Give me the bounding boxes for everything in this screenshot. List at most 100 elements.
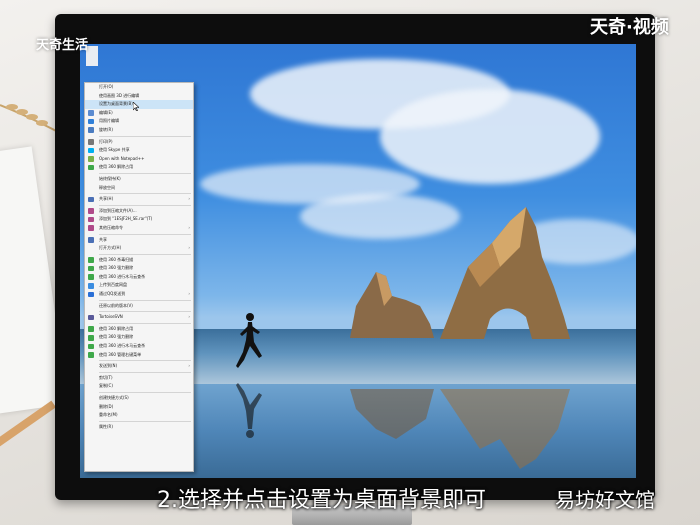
context-menu-item[interactable]: 始终保持(K) xyxy=(85,175,193,184)
context-menu-item[interactable]: 剪切(T) xyxy=(85,374,193,383)
shield-icon xyxy=(88,352,94,358)
context-menu-item-label: 使用画图 3D 进行编辑 xyxy=(99,92,140,98)
cloud-icon xyxy=(88,282,94,289)
context-menu-item[interactable]: 属性(R) xyxy=(85,423,193,432)
context-menu-item[interactable]: 其他压缩命令 › xyxy=(85,224,193,233)
context-menu-item[interactable]: Open with Notepad++ xyxy=(85,155,193,164)
rock-reflection xyxy=(350,389,434,439)
context-menu-item-label: 创建快捷方式(S) xyxy=(99,395,129,400)
context-menu-item[interactable]: 添加到 "1ESJF2H_SE.rar"(T) xyxy=(85,215,193,224)
desktop-screen: 打开(O) 使用画图 3D 进行编辑设置为桌面背景(B) 编辑(E) 用照片编辑旋转(… xyxy=(80,44,636,478)
menu-separator xyxy=(99,311,191,313)
chevron-right-icon: › xyxy=(188,363,190,369)
context-menu-item-label: 还原以前的版本(V) xyxy=(99,302,133,308)
context-menu-item-label: 使用 360 进行木马云查杀 xyxy=(99,273,146,279)
context-menu-item[interactable]: 打开(O) xyxy=(85,83,193,92)
context-menu-item[interactable]: 使用 360 解除占用 xyxy=(85,163,193,172)
context-menu-item[interactable]: 添加到压缩文件(A)... xyxy=(85,207,193,216)
context-menu-item[interactable]: 使用 360 强力删除 xyxy=(85,333,193,342)
chevron-right-icon: › xyxy=(188,196,190,202)
context-menu-item[interactable]: 通过QQ发送到 › xyxy=(85,290,193,299)
menu-separator xyxy=(99,392,191,393)
context-menu-item[interactable]: 使用画图 3D 进行编辑 xyxy=(85,92,193,101)
context-menu-item[interactable]: 使用 360 杀毒扫描 xyxy=(85,256,193,265)
context-menu-item[interactable]: 还原以前的版本(V) xyxy=(85,302,193,311)
chevron-right-icon: › xyxy=(188,245,190,251)
menu-separator xyxy=(99,172,191,174)
menu-separator xyxy=(99,193,191,195)
context-menu-item[interactable]: 使用 360 强力删除 xyxy=(85,264,193,273)
context-menu-item-label: 删除(D) xyxy=(99,403,114,409)
context-menu-item[interactable]: 打开方式(H) › xyxy=(85,244,193,253)
share-icon xyxy=(88,237,94,243)
chevron-right-icon: › xyxy=(188,224,190,230)
context-menu-item[interactable]: 使用 360 进行木马云查杀 xyxy=(85,342,193,351)
context-menu: 打开(O) 使用画图 3D 进行编辑设置为桌面背景(B) 编辑(E) 用照片编辑旋转(… xyxy=(84,82,194,472)
arch-reflection xyxy=(440,389,570,469)
context-menu-item-label: 其他压缩命令 xyxy=(99,224,123,230)
context-menu-item-label: 共享(H) xyxy=(99,196,114,202)
print-icon xyxy=(88,139,94,145)
menu-separator xyxy=(99,135,191,137)
context-menu-item-label: 编辑(E) xyxy=(99,109,113,115)
menu-separator xyxy=(99,253,191,255)
context-menu-item[interactable]: 编辑(E) xyxy=(85,109,193,118)
context-menu-item[interactable]: 共享 xyxy=(85,236,193,245)
context-menu-item[interactable]: 上传到百度网盘 xyxy=(85,281,193,290)
chevron-right-icon: › xyxy=(188,314,190,320)
photos-icon xyxy=(88,118,94,125)
context-menu-item[interactable]: 使用 360 解除占用 xyxy=(85,325,193,334)
context-menu-item[interactable]: 设置为桌面背景(B) xyxy=(85,100,193,109)
menu-separator xyxy=(99,420,191,422)
context-menu-item[interactable]: 删除(D) xyxy=(85,403,193,412)
watermark-text: 易坊好文馆 xyxy=(555,488,655,512)
share-icon xyxy=(88,196,94,203)
context-menu-item[interactable]: 释放空间 xyxy=(85,184,193,193)
shield-icon xyxy=(88,274,94,280)
context-menu-item-label: 旋转(R) xyxy=(99,126,113,132)
context-menu-item[interactable]: 打印(P) xyxy=(85,138,193,147)
context-menu-item[interactable]: TortoiseSVN › xyxy=(85,313,193,322)
context-menu-item-label: 使用 360 强力删除 xyxy=(99,334,134,340)
archive-icon xyxy=(88,208,94,214)
context-menu-item[interactable]: 重命名(M) xyxy=(85,411,193,420)
context-menu-item-label: 使用 Skype 共享 xyxy=(99,147,130,153)
runner-silhouette xyxy=(236,313,262,368)
context-menu-item-label: TortoiseSVN xyxy=(99,314,123,320)
context-menu-item-label: 使用 360 杀毒扫描 xyxy=(99,256,134,262)
cloud xyxy=(300,194,460,239)
context-menu-item-label: 通过QQ发送到 xyxy=(99,291,126,297)
shield-icon xyxy=(88,164,94,171)
context-menu-item[interactable]: 使用 360 进行木马云查杀 xyxy=(85,273,193,282)
archive-icon xyxy=(88,225,94,231)
context-menu-item-label: 发送到(N) xyxy=(99,363,118,369)
context-menu-item-label: 使用 360 解除占用 xyxy=(99,164,134,170)
context-menu-item[interactable]: 用照片编辑 xyxy=(85,117,193,126)
chevron-right-icon: › xyxy=(188,291,190,297)
runner-reflection xyxy=(236,383,262,438)
menu-separator xyxy=(99,322,191,324)
context-menu-item-label: 使用 360 强力删除 xyxy=(99,265,134,271)
svn-icon xyxy=(88,314,94,321)
context-menu-item[interactable]: 使用 Skype 共享 xyxy=(85,146,193,155)
context-menu-item-label: 用照片编辑 xyxy=(99,118,119,124)
context-menu-item-label: 使用 360 管理右键菜单 xyxy=(99,351,142,357)
shield-icon xyxy=(88,265,94,272)
context-menu-item[interactable]: 发送到(N) › xyxy=(85,362,193,371)
context-menu-item-label: 释放空间 xyxy=(99,184,115,190)
qq-icon xyxy=(88,291,94,298)
context-menu-item-label: 重命名(M) xyxy=(99,412,118,418)
skype-icon xyxy=(88,147,94,154)
wheat-decoration xyxy=(0,104,60,134)
archive-icon xyxy=(88,216,94,223)
context-menu-item[interactable]: 复制(C) xyxy=(85,382,193,391)
context-menu-item-label: 打印(P) xyxy=(99,138,113,144)
shield-icon xyxy=(88,326,94,332)
context-menu-item[interactable]: 旋转(R) xyxy=(85,126,193,135)
context-menu-item[interactable]: 共享(H) › xyxy=(85,195,193,204)
subtitle-caption: 2.选择并点击设置为桌面背景即可 xyxy=(157,488,486,513)
sea-rock-small xyxy=(350,272,434,338)
context-menu-item[interactable]: 使用 360 管理右键菜单 xyxy=(85,351,193,360)
context-menu-item-label: 剪切(T) xyxy=(99,374,113,380)
context-menu-item[interactable]: 创建快捷方式(S) xyxy=(85,394,193,403)
